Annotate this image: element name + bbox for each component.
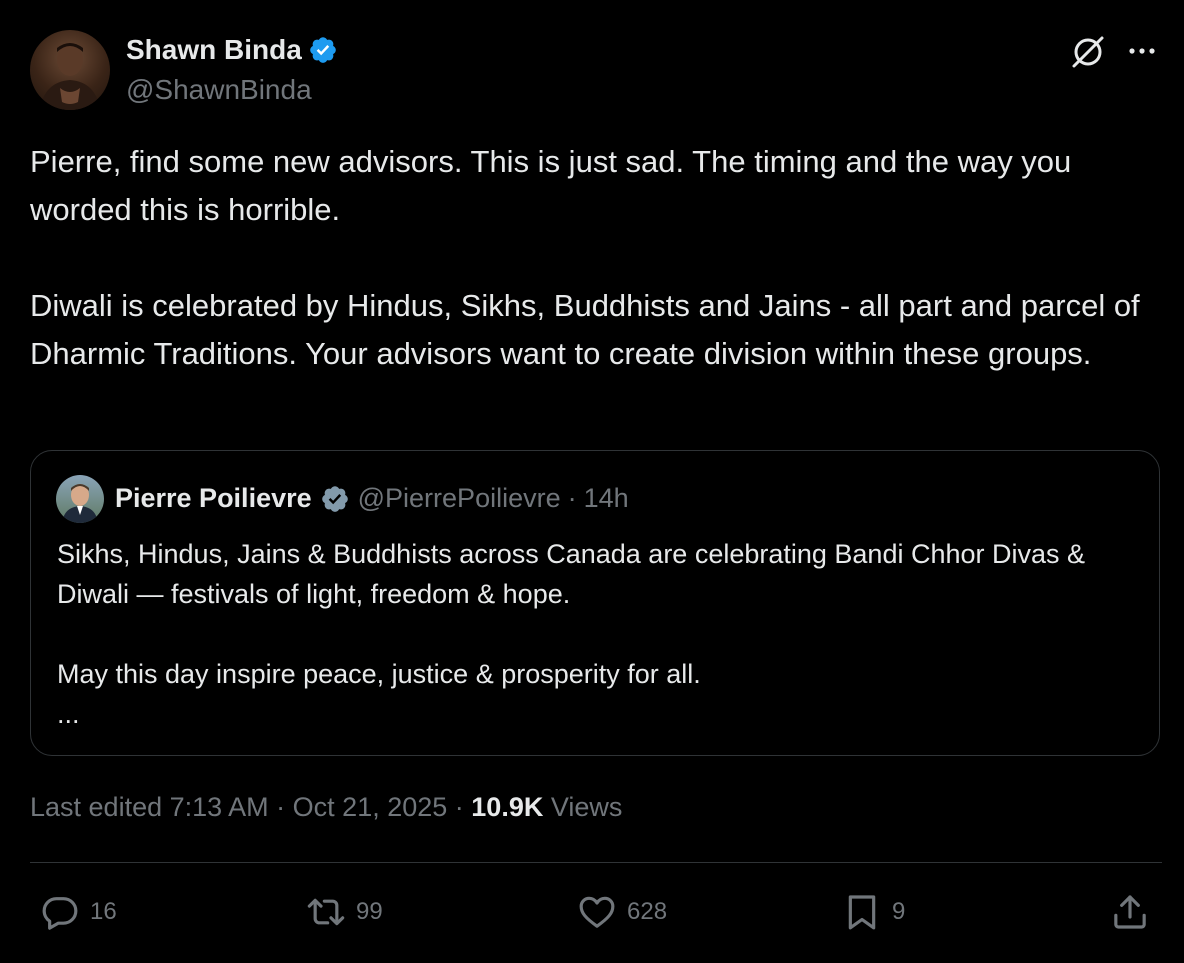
quoted-timestamp: 14h [583,483,629,513]
bookmark-icon [848,895,876,930]
grok-icon[interactable] [1068,32,1108,72]
author-name[interactable]: Shawn Binda [126,34,338,66]
share-icon [1114,895,1146,929]
quoted-separator: · [567,483,577,513]
quoted-tweet[interactable]: Pierre Poilievre @PierrePoilievre · 14h … [30,450,1160,756]
reply-count: 16 [90,898,117,925]
quoted-author-avatar [56,475,104,523]
heart-icon [579,896,615,928]
meta-separator: · [268,792,293,822]
reply-button[interactable]: 16 [40,892,117,932]
quoted-author-name: Pierre Poilievre [115,483,312,513]
quoted-ellipsis: ... [57,699,80,729]
share-button[interactable] [1110,892,1150,932]
bookmark-count: 9 [892,898,906,925]
verified-badge-icon [309,37,336,63]
author-avatar[interactable] [30,30,110,110]
tweet-date[interactable]: Oct 21, 2025 [293,792,448,822]
quoted-paragraph: Sikhs, Hindus, Jains & Buddhists across … [57,539,1086,609]
like-button[interactable]: 628 [577,892,667,932]
bookmark-button[interactable]: 9 [842,892,905,932]
repost-button[interactable]: 99 [306,892,383,932]
quoted-paragraph: May this day inspire peace, justice & pr… [57,659,701,689]
views-count: 10.9K [471,792,544,822]
quoted-text: Sikhs, Hindus, Jains & Buddhists across … [57,534,1137,734]
repost-count: 99 [356,898,383,925]
tweet-detail: Shawn Binda @ShawnBinda Pierre, find som… [0,0,1184,963]
more-dots-icon[interactable] [1122,36,1162,66]
tweet-text: Pierre, find some new advisors. This is … [30,138,1170,378]
verified-badge-icon [321,485,348,512]
meta-separator: · [447,792,472,822]
repost-icon [307,898,345,926]
divider [30,862,1162,863]
author-handle[interactable]: @ShawnBinda [126,74,312,106]
author-name-text[interactable]: Shawn Binda [126,34,302,66]
like-count: 628 [627,898,668,925]
views-label: Views [543,792,623,822]
quoted-header: Pierre Poilievre @PierrePoilievre · 14h [115,483,629,514]
tweet-paragraph: Diwali is celebrated by Hindus, Sikhs, B… [30,288,1140,371]
tweet-meta: Last edited 7:13 AM · Oct 21, 2025 · 10.… [30,792,622,823]
tweet-paragraph: Pierre, find some new advisors. This is … [30,144,1072,227]
quoted-author-handle: @PierrePoilievre [357,483,561,513]
reply-icon [42,897,78,930]
edited-time[interactable]: Last edited 7:13 AM [30,792,269,822]
